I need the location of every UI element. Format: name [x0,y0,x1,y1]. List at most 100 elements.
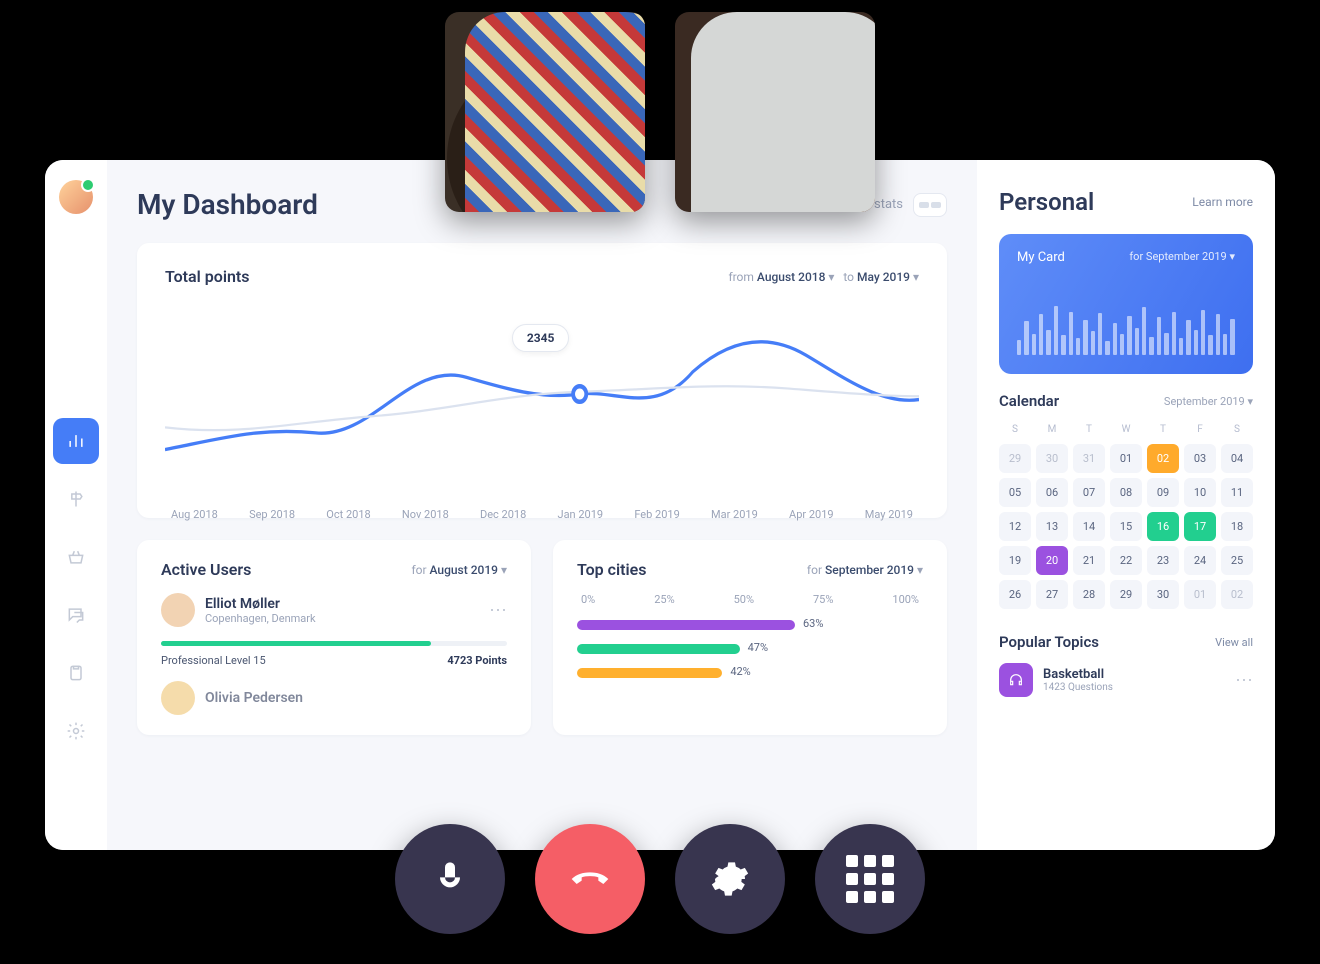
calendar-day[interactable]: 11 [1221,478,1253,507]
more-icon[interactable]: ⋯ [489,600,507,621]
calendar-day[interactable]: 16 [1147,512,1179,541]
clipboard-icon [66,663,86,683]
card-title: Active Users [161,560,251,579]
user-location: Copenhagen, Denmark [205,612,316,625]
gear-icon [710,859,750,899]
calendar-day[interactable]: 19 [999,546,1031,575]
calendar-day[interactable]: 02 [1221,580,1253,609]
calendar-day[interactable]: 22 [1110,546,1142,575]
mycard-title: My Card [1017,250,1065,265]
popular-title: Popular Topics [999,633,1099,651]
settings-button[interactable] [675,824,785,934]
view-toggle[interactable] [913,193,947,217]
sidebar-item-signpost[interactable] [53,476,99,522]
calendar-day[interactable]: 29 [1110,580,1142,609]
x-axis-label: Apr 2019 [789,508,834,521]
calendar-day[interactable]: 27 [1036,580,1068,609]
calendar-day[interactable]: 28 [1073,580,1105,609]
calendar-card: Calendar September 2019 ▾ SMTWTFS2930310… [999,392,1253,609]
calendar-day[interactable]: 26 [999,580,1031,609]
calendar-day[interactable]: 31 [1073,444,1105,473]
learn-more-link[interactable]: Learn more [1192,195,1253,209]
video-participant-1[interactable] [445,12,645,212]
avatar[interactable] [59,180,93,214]
calendar-day[interactable]: 01 [1110,444,1142,473]
calendar-day[interactable]: 30 [1147,580,1179,609]
more-icon[interactable]: ⋯ [1235,670,1253,691]
mycard-bar-chart [1017,285,1235,355]
calendar-day[interactable]: 10 [1184,478,1216,507]
end-call-button[interactable] [535,824,645,934]
mute-button[interactable] [395,824,505,934]
headphones-icon [999,663,1033,697]
calendar-dow: W [1110,420,1142,439]
calendar-day[interactable]: 03 [1184,444,1216,473]
x-axis-label: Jan 2019 [558,508,604,521]
personal-panel: Personal Learn more My Card for Septembe… [977,160,1275,850]
city-bar: 42% [577,668,722,678]
calendar-dow: S [999,420,1031,439]
calendar-day[interactable]: 05 [999,478,1031,507]
sidebar-item-clipboard[interactable] [53,650,99,696]
calendar-day[interactable]: 07 [1073,478,1105,507]
calendar-dow: M [1036,420,1068,439]
calendar-day[interactable]: 29 [999,444,1031,473]
calendar-day[interactable]: 24 [1184,546,1216,575]
basket-icon [66,547,86,567]
calendar-month-selector[interactable]: September 2019 ▾ [1164,395,1253,408]
calendar-day[interactable]: 01 [1184,580,1216,609]
my-card[interactable]: My Card for September 2019 ▾ [999,234,1253,374]
sidebar-item-settings[interactable] [53,708,99,754]
date-range[interactable]: from August 2018 ▾ to May 2019 ▾ [728,270,919,284]
dashboard-window: My Dashboard Filter stats Total points f… [45,160,1275,850]
x-axis-label: May 2019 [865,508,913,521]
period-selector[interactable]: for August 2019 ▾ [411,563,507,577]
calendar-day[interactable]: 18 [1221,512,1253,541]
calendar-day[interactable]: 14 [1073,512,1105,541]
sidebar-item-chat[interactable] [53,592,99,638]
chat-icon [66,605,86,625]
calendar-day[interactable]: 17 [1184,512,1216,541]
phone-hangup-icon [570,859,610,899]
active-users-card: Active Users for August 2019 ▾ Elliot Mø… [137,540,531,735]
calendar-dow: T [1147,420,1179,439]
top-cities-card: Top cities for September 2019 ▾ 0%25%50%… [553,540,947,735]
page-title: My Dashboard [137,188,318,221]
popular-topics-card: Popular Topics View all Basketball 1423 … [999,627,1253,697]
calendar-day[interactable]: 15 [1110,512,1142,541]
calendar-day[interactable]: 25 [1221,546,1253,575]
city-bar: 47% [577,644,740,654]
view-all-link[interactable]: View all [1215,636,1253,649]
chart-tooltip: 2345 [512,324,570,352]
topic-row[interactable]: Basketball 1423 Questions ⋯ [999,663,1253,697]
user-name: Olivia Pedersen [205,690,303,706]
calendar-day[interactable]: 08 [1110,478,1142,507]
sidebar-item-analytics[interactable] [53,418,99,464]
calendar-day[interactable]: 04 [1221,444,1253,473]
points-label: 4723 Points [447,654,507,667]
calendar-day[interactable]: 02 [1147,444,1179,473]
microphone-icon [430,859,470,899]
calendar-day[interactable]: 09 [1147,478,1179,507]
calendar-day[interactable]: 13 [1036,512,1068,541]
video-participant-2[interactable] [675,12,875,212]
user-row[interactable]: Olivia Pedersen [161,681,507,715]
calendar-day[interactable]: 30 [1036,444,1068,473]
card-title: Top cities [577,560,647,579]
period-selector[interactable]: for September 2019 ▾ [807,563,923,577]
x-axis-label: Mar 2019 [711,508,758,521]
card-title: Total points [165,267,250,286]
x-axis-label: Sep 2018 [249,508,295,521]
sidebar-item-basket[interactable] [53,534,99,580]
calendar-day[interactable]: 20 [1036,546,1068,575]
calendar-day[interactable]: 12 [999,512,1031,541]
sidebar [45,160,107,850]
x-axis-label: Dec 2018 [480,508,526,521]
total-points-card: Total points from August 2018 ▾ to May 2… [137,243,947,518]
apps-grid-button[interactable] [815,824,925,934]
calendar-day[interactable]: 06 [1036,478,1068,507]
calendar-day[interactable]: 21 [1073,546,1105,575]
calendar-day[interactable]: 23 [1147,546,1179,575]
user-row[interactable]: Elliot Møller Copenhagen, Denmark ⋯ [161,593,507,627]
calendar-dow: F [1184,420,1216,439]
